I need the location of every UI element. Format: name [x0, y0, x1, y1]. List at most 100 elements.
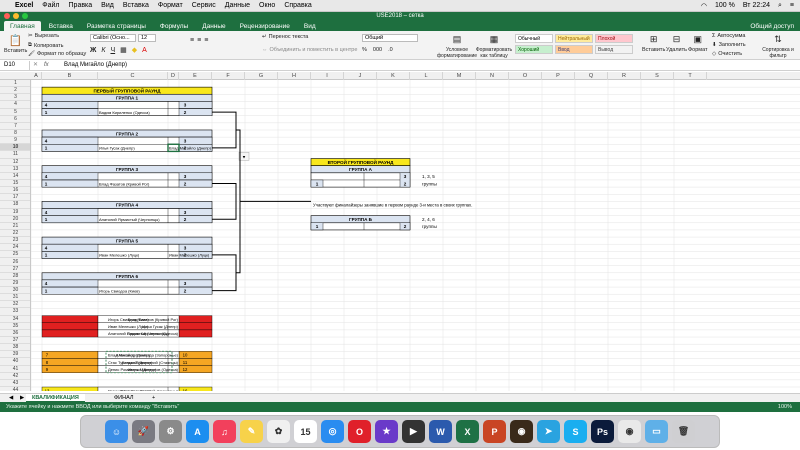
seed-cell[interactable]	[41, 136, 99, 145]
column-header[interactable]: B	[42, 72, 98, 80]
music-icon[interactable]: ♫	[213, 420, 236, 443]
column-header[interactable]: D	[168, 72, 179, 80]
style-good[interactable]: Хороший	[515, 45, 553, 54]
column-header[interactable]: A	[31, 72, 42, 80]
column-header[interactable]: H	[278, 72, 311, 80]
row-header[interactable]: 9	[0, 137, 30, 145]
format-painter-button[interactable]: 🖌 Формат по образцу	[28, 51, 86, 57]
seed-color-cell[interactable]	[41, 315, 99, 323]
row-header[interactable]: 28	[0, 273, 30, 280]
fx-icon[interactable]: fx	[44, 61, 49, 70]
row-header[interactable]: 14	[0, 173, 30, 180]
fill-color-icon[interactable]: ◆	[132, 46, 137, 54]
column-header[interactable]: L	[410, 72, 443, 80]
row-header[interactable]: 22	[0, 230, 30, 238]
row-header[interactable]: 5	[0, 109, 30, 116]
row-header[interactable]: 19	[0, 209, 30, 216]
menu-app-name[interactable]: Excel	[15, 2, 33, 9]
tab-review[interactable]: Рецензирование	[234, 21, 296, 31]
folder-icon[interactable]: ▭	[645, 420, 668, 443]
font-size-select[interactable]: 12	[138, 34, 156, 42]
menu-view[interactable]: Вид	[101, 2, 114, 9]
row-header[interactable]: 6	[0, 116, 30, 123]
column-header[interactable]: R	[608, 72, 641, 80]
row-header[interactable]: 13	[0, 166, 30, 173]
tab-view[interactable]: Вид	[298, 21, 322, 31]
notes-icon[interactable]: ✎	[240, 420, 263, 443]
row-header[interactable]: 40	[0, 358, 30, 366]
tab-data[interactable]: Данные	[196, 21, 231, 31]
close-window-button[interactable]	[4, 13, 10, 19]
row-header[interactable]: 25	[0, 251, 30, 259]
row-header[interactable]: 1	[0, 80, 30, 88]
italic-button[interactable]: К	[101, 47, 105, 54]
menu-tools[interactable]: Сервис	[192, 2, 216, 9]
finder-icon[interactable]: ☺	[105, 420, 128, 443]
seed-color-cell[interactable]	[41, 358, 99, 366]
battery-text[interactable]: 100 %	[715, 2, 735, 9]
row-header[interactable]: 4	[0, 101, 30, 109]
column-header[interactable]: P	[542, 72, 575, 80]
menu-help[interactable]: Справка	[284, 2, 311, 9]
menu-data[interactable]: Данные	[225, 2, 250, 9]
conditional-format-button[interactable]: ▤ Условное форматирование	[437, 34, 477, 59]
column-header[interactable]: C	[98, 72, 168, 80]
launchpad-icon[interactable]: 🚀	[132, 420, 155, 443]
row-header[interactable]: 18	[0, 201, 30, 209]
paste-button[interactable]: 📋 Вставить	[4, 34, 27, 54]
style-bad[interactable]: Плохой	[595, 34, 633, 43]
menu-insert[interactable]: Вставка	[123, 2, 149, 9]
row-header[interactable]: 32	[0, 301, 30, 309]
font-family-select[interactable]: Calibri (Осно...	[90, 34, 136, 42]
sort-filter-button[interactable]: ⇅ Сортировка и фильтр	[760, 34, 796, 59]
seed-color-cell[interactable]	[41, 351, 99, 359]
percent-icon[interactable]: %	[362, 47, 367, 53]
column-header[interactable]: N	[476, 72, 509, 80]
appstore-icon[interactable]: A	[186, 420, 209, 443]
row-header[interactable]: 17	[0, 194, 30, 202]
tab-formulas[interactable]: Формулы	[154, 21, 194, 31]
row-header[interactable]: 37	[0, 337, 30, 345]
row-header[interactable]: 30	[0, 287, 30, 295]
style-normal[interactable]: Обычный	[515, 34, 553, 43]
seed-cell[interactable]	[41, 251, 99, 259]
seed-color-cell[interactable]	[178, 329, 213, 338]
seed-color-cell[interactable]	[41, 329, 99, 338]
menu-format[interactable]: Формат	[158, 2, 183, 9]
seed-color-cell[interactable]	[41, 386, 99, 391]
style-input[interactable]: Ввод	[555, 45, 593, 54]
number-format-select[interactable]: Общий	[362, 34, 418, 42]
row-header[interactable]: 38	[0, 344, 30, 352]
row-header[interactable]: 44	[0, 387, 30, 391]
sysprefs-icon[interactable]: ⚙	[159, 420, 182, 443]
row-header[interactable]: 43	[0, 380, 30, 387]
thousands-icon[interactable]: 000	[373, 47, 382, 53]
row-header[interactable]: 42	[0, 373, 30, 380]
menu-window[interactable]: Окно	[259, 2, 275, 9]
row-header[interactable]: 29	[0, 280, 30, 288]
wifi-icon[interactable]: ◠	[701, 2, 707, 10]
row-header[interactable]: 16	[0, 187, 30, 195]
column-header[interactable]: G	[245, 72, 278, 80]
copy-button[interactable]: ⧉ Копировать	[28, 42, 64, 49]
formula-input[interactable]: Влад Мигайло (Днепр)	[64, 61, 127, 70]
column-header[interactable]: S	[641, 72, 674, 80]
row-header[interactable]: 20	[0, 216, 30, 223]
powerpoint-icon[interactable]: P	[483, 420, 506, 443]
column-header[interactable]: J	[344, 72, 377, 80]
chrome-icon[interactable]: ◉	[618, 420, 641, 443]
column-header[interactable]: O	[509, 72, 542, 80]
row-header[interactable]: 23	[0, 237, 30, 245]
row-header[interactable]: 10	[0, 144, 30, 152]
seed-color-cell[interactable]	[41, 365, 99, 373]
row-header[interactable]: 39	[0, 351, 30, 359]
clock[interactable]: Вт 22:24	[743, 2, 770, 9]
format-table-button[interactable]: ▦ Форматировать как таблицу	[476, 34, 512, 59]
row-header[interactable]: 31	[0, 294, 30, 302]
cancel-icon[interactable]: ✕	[33, 61, 38, 68]
borders-icon[interactable]: ▦	[120, 46, 127, 54]
tab-insert[interactable]: Вставка	[43, 21, 79, 31]
photos-icon[interactable]: ✿	[267, 420, 290, 443]
seed-cell[interactable]	[41, 286, 99, 295]
seed-color-cell[interactable]	[178, 322, 213, 331]
